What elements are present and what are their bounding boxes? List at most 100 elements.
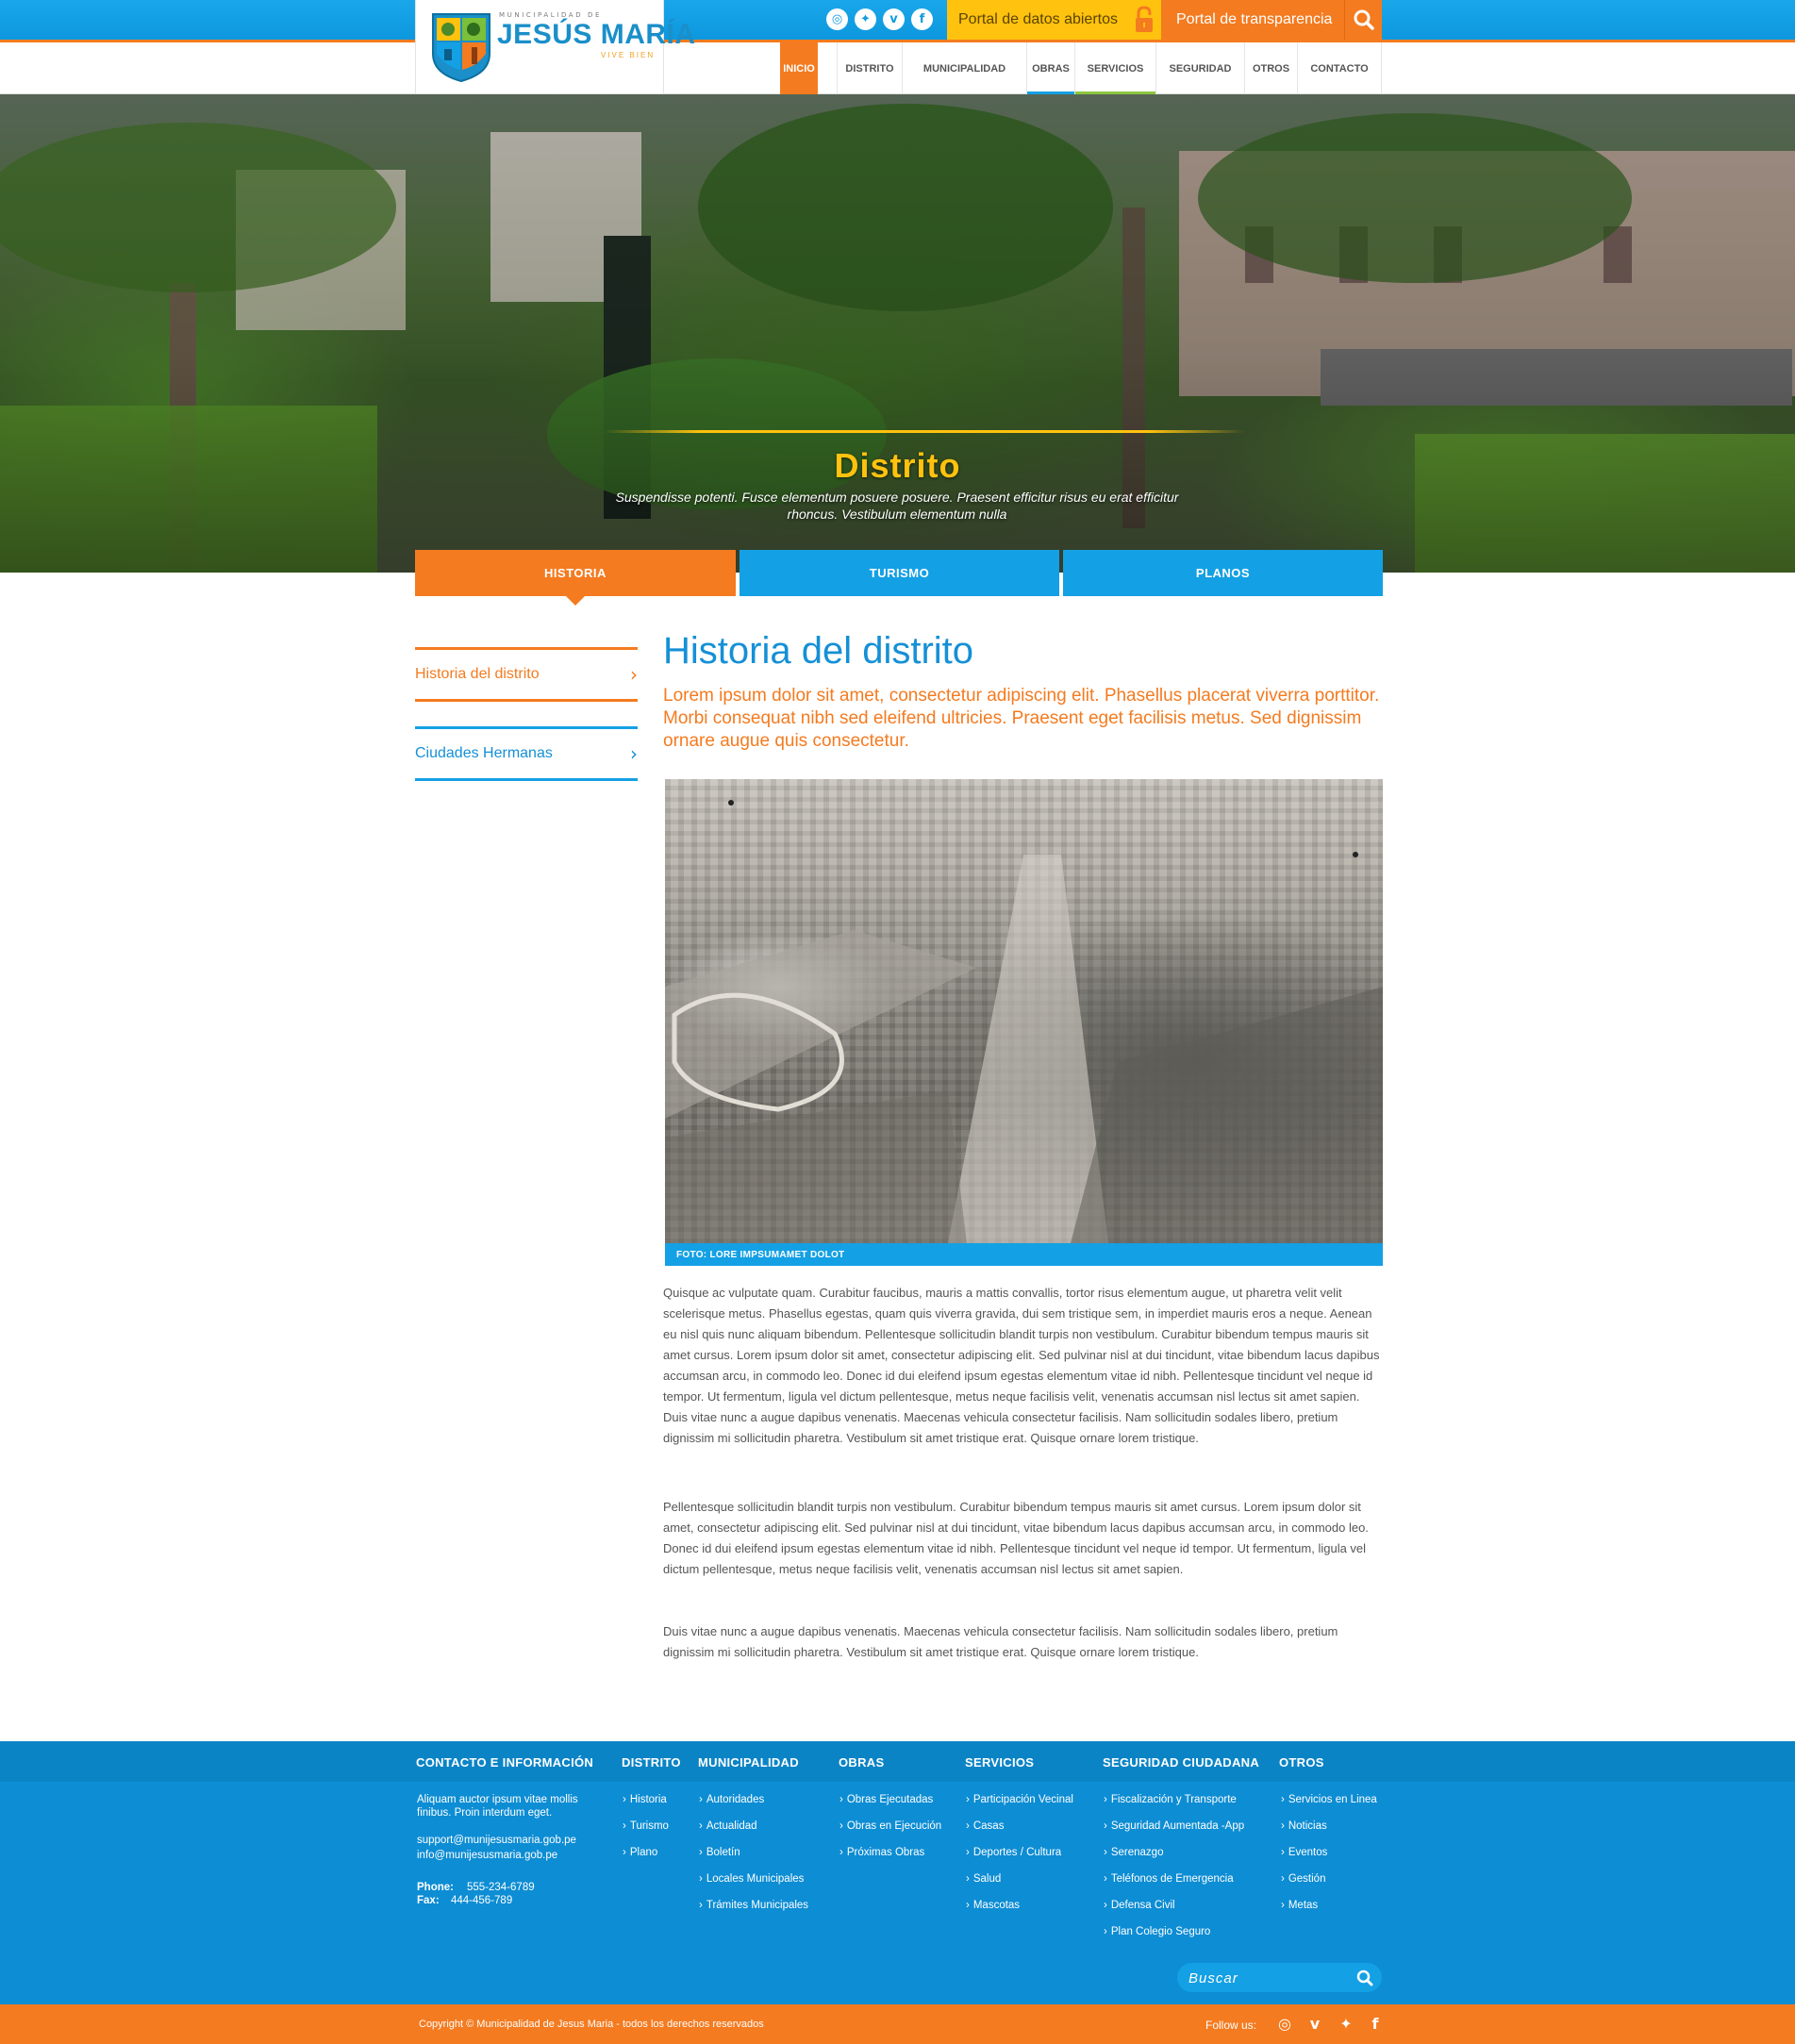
footer-link[interactable]: Obras en Ejecución xyxy=(839,1820,941,1832)
footer-link[interactable]: Servicios en Linea xyxy=(1281,1794,1377,1805)
site-logo[interactable]: MUNICIPALIDAD DE JESÚS MARÍA VIVE BIEN xyxy=(415,0,695,94)
instagram-icon[interactable]: ◎ xyxy=(1275,2014,1294,2033)
hero-banner: Distrito Suspendisse potenti. Fusce elem… xyxy=(0,94,1795,573)
copyright-text: Copyright © Municipalidad de Jesus Maria… xyxy=(419,2019,764,2030)
footer-search-input[interactable] xyxy=(1188,1969,1349,1986)
hero-title-divider xyxy=(604,430,1245,433)
footer-link[interactable]: Obras Ejecutadas xyxy=(839,1794,933,1805)
lock-icon xyxy=(1136,6,1153,32)
footer-link[interactable]: Deportes / Cultura xyxy=(966,1847,1061,1858)
footer-heading-municipalidad: MUNICIPALIDAD xyxy=(698,1755,799,1770)
nav-obras[interactable]: OBRAS xyxy=(1026,42,1074,94)
footer-link[interactable]: Defensa Civil xyxy=(1104,1900,1175,1911)
footer-heading-contacto: CONTACTO E INFORMACIÓN xyxy=(416,1755,594,1770)
hero-subtitle: Suspendisse potenti. Fusce elementum pos… xyxy=(615,490,1179,522)
active-tab-indicator xyxy=(566,596,585,606)
footer-link[interactable]: Noticias xyxy=(1281,1820,1327,1832)
nav-contacto-label: CONTACTO xyxy=(1310,62,1369,75)
footer-link[interactable]: Eventos xyxy=(1281,1847,1328,1858)
chevron-right-icon: › xyxy=(630,742,638,765)
sidebar-item-historia[interactable]: Historia del distrito › xyxy=(415,647,638,702)
footer-link[interactable]: Gestión xyxy=(1281,1873,1326,1885)
search-icon[interactable] xyxy=(1356,1969,1373,1986)
footer-heading-servicios: SERVICIOS xyxy=(965,1755,1035,1770)
footer-link[interactable]: Próximas Obras xyxy=(839,1847,924,1858)
footer-fax: 444-456-789 xyxy=(451,1895,513,1906)
footer-heading-obras: OBRAS xyxy=(839,1755,885,1770)
nav-inicio-label: INICIO xyxy=(783,62,815,75)
body-paragraph: Quisque ac vulputate quam. Curabitur fau… xyxy=(663,1286,1380,1445)
tab-historia-label: HISTORIA xyxy=(544,566,607,580)
tab-historia[interactable]: HISTORIA xyxy=(415,550,736,596)
footer-phone-label: Phone: xyxy=(417,1882,454,1893)
footer-link[interactable]: Casas xyxy=(966,1820,1005,1832)
footer-link[interactable]: Autoridades xyxy=(699,1794,764,1805)
nav-distrito-label: DISTRITO xyxy=(845,62,894,75)
page-title: Historia del distrito xyxy=(663,630,974,672)
coat-of-arms-icon xyxy=(432,13,490,83)
footer-link[interactable]: Turismo xyxy=(623,1820,669,1832)
nav-otros[interactable]: OTROS xyxy=(1244,42,1297,94)
lead-paragraph: Lorem ipsum dolor sit amet, consectetur … xyxy=(663,686,1380,751)
nav-municipalidad[interactable]: MUNICIPALIDAD xyxy=(902,42,1026,94)
tab-planos-label: PLANOS xyxy=(1195,566,1251,580)
nav-servicios[interactable]: SERVICIOS xyxy=(1074,42,1155,94)
footer-heading-distrito: DISTRITO xyxy=(622,1755,681,1770)
footer-contact-text: Aliquam auctor ipsum vitae mollis finibu… xyxy=(417,1794,578,1819)
tab-turismo[interactable]: TURISMO xyxy=(740,550,1059,596)
tab-turismo-label: TURISMO xyxy=(869,566,930,580)
logo-name: JESÚS MARÍA xyxy=(497,19,696,50)
facebook-icon[interactable]: f xyxy=(911,8,933,30)
footer-link[interactable]: Historia xyxy=(623,1794,667,1805)
footer-link[interactable]: Trámites Municipales xyxy=(699,1900,808,1911)
footer-link[interactable]: Plano xyxy=(623,1847,657,1858)
footer-link[interactable]: Plan Colegio Seguro xyxy=(1104,1926,1211,1937)
instagram-icon[interactable]: ◎ xyxy=(826,8,848,30)
photo-caption: FOTO: LORE IMPSUMAMET DOLOT xyxy=(665,1243,1383,1266)
nav-contacto[interactable]: CONTACTO xyxy=(1297,42,1382,94)
footer-email-support[interactable]: support@munijesusmaria.gob.pe xyxy=(417,1834,576,1847)
historical-aerial-photo xyxy=(665,779,1383,1243)
twitter-icon[interactable]: ✦ xyxy=(1337,2014,1355,2033)
nav-municipalidad-label: MUNICIPALIDAD xyxy=(922,62,1006,75)
footer-link[interactable]: Actualidad xyxy=(699,1820,757,1832)
footer-link[interactable]: Salud xyxy=(966,1873,1001,1885)
nav-distrito[interactable]: DISTRITO xyxy=(837,42,902,94)
vine-icon[interactable]: v xyxy=(1305,2014,1324,2033)
nav-otros-label: OTROS xyxy=(1252,62,1290,75)
footer-link[interactable]: Boletín xyxy=(699,1847,740,1858)
nav-inicio[interactable]: INICIO xyxy=(780,42,818,94)
footer-fax-label: Fax: xyxy=(417,1895,440,1906)
vine-icon[interactable]: v xyxy=(883,8,905,30)
sidebar-item-label: Ciudades Hermanas xyxy=(415,745,553,761)
nav-servicios-label: SERVICIOS xyxy=(1087,62,1144,75)
footer-link[interactable]: Participación Vecinal xyxy=(966,1794,1073,1805)
tab-planos[interactable]: PLANOS xyxy=(1063,550,1383,596)
footer-link[interactable]: Teléfonos de Emergencia xyxy=(1104,1873,1234,1885)
footer-search-box xyxy=(1177,1963,1382,1992)
open-data-portal-button[interactable]: Portal de datos abiertos xyxy=(947,0,1161,40)
footer xyxy=(0,1782,1795,2004)
footer-heading-seguridad: SEGURIDAD CIUDADANA xyxy=(1103,1755,1260,1770)
aerial-photo-image xyxy=(665,800,1383,1243)
sidebar-item-ciudades-hermanas[interactable]: Ciudades Hermanas › xyxy=(415,726,638,781)
footer-link[interactable]: Fiscalización y Transporte xyxy=(1104,1794,1237,1805)
footer-header-band xyxy=(0,1741,1795,1782)
twitter-icon[interactable]: ✦ xyxy=(855,8,876,30)
footer-link[interactable]: Serenazgo xyxy=(1104,1847,1164,1858)
logo-prefix: MUNICIPALIDAD DE xyxy=(499,11,603,19)
search-button[interactable] xyxy=(1344,0,1382,40)
transparency-portal-button[interactable]: Portal de transparencia xyxy=(1161,0,1344,40)
footer-link[interactable]: Mascotas xyxy=(966,1900,1020,1911)
facebook-icon[interactable]: f xyxy=(1366,2014,1385,2033)
footer-email-info[interactable]: info@munijesusmaria.gob.pe xyxy=(417,1849,557,1862)
footer-link[interactable]: Locales Municipales xyxy=(699,1873,805,1885)
copyright-bar: Copyright © Municipalidad de Jesus Maria… xyxy=(0,2004,1795,2044)
nav-seguridad-label: SEGURIDAD xyxy=(1169,62,1232,75)
hero-title: Distrito xyxy=(834,446,961,485)
footer-link[interactable]: Seguridad Aumentada -App xyxy=(1104,1820,1244,1832)
follow-us-label: Follow us: xyxy=(1205,2019,1257,2032)
nav-seguridad[interactable]: SEGURIDAD xyxy=(1155,42,1244,94)
search-icon xyxy=(1354,9,1374,30)
footer-link[interactable]: Metas xyxy=(1281,1900,1318,1911)
